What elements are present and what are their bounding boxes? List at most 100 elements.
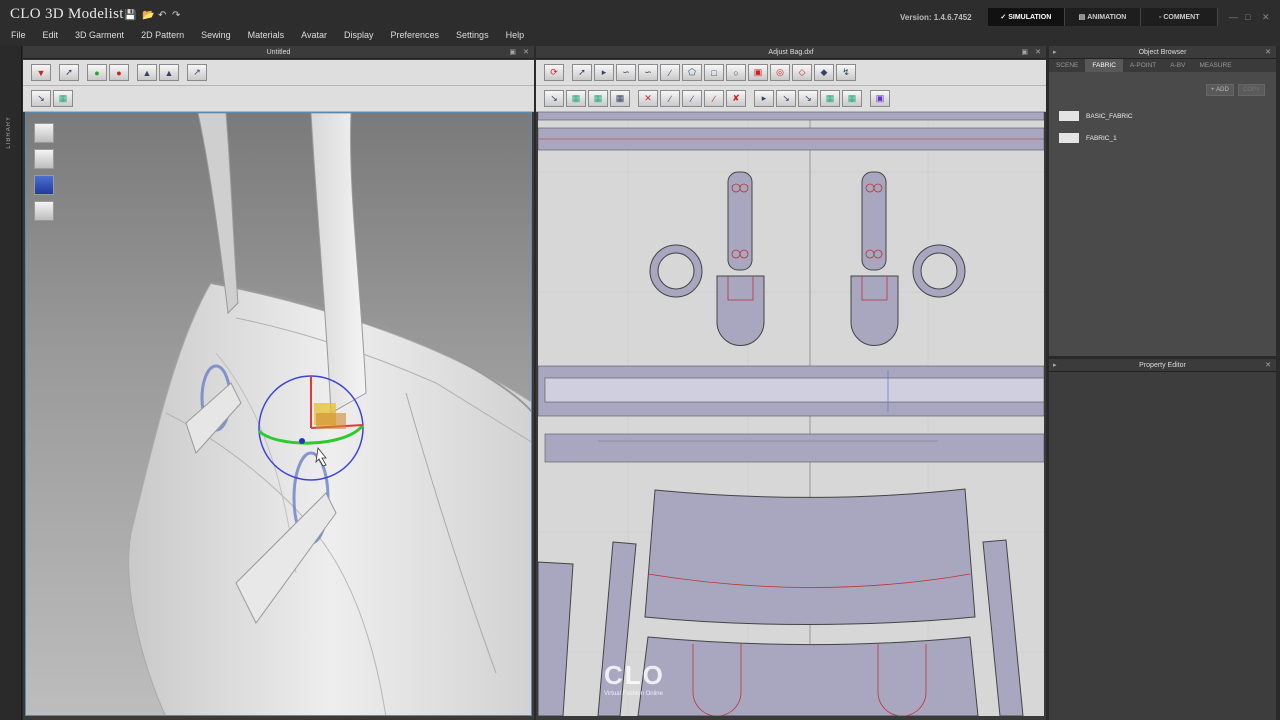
view2d-title: Adjust Bag.dxf [768, 49, 814, 56]
menu-edit[interactable]: Edit [38, 28, 64, 46]
view3d-float-icon[interactable]: ▣ [509, 46, 516, 59]
avatar-silhouette-icon[interactable] [34, 149, 54, 169]
menu-2d-pattern[interactable]: 2D Pattern [136, 28, 189, 46]
title-bar: CLO 3D Modelist 💾 📂 ↶ ↷ Version: 1.4.6.7… [0, 0, 1280, 28]
fold-icon[interactable]: ↯ [836, 64, 856, 81]
menu-display[interactable]: Display [339, 28, 379, 46]
circle-icon[interactable]: ○ [726, 64, 746, 81]
version-label: Version: 1.4.6.7452 [900, 13, 972, 22]
save-icon[interactable]: 💾 [124, 10, 136, 21]
menu-materials[interactable]: Materials [243, 28, 290, 46]
app-logo-mark: CLO [10, 6, 41, 22]
texture-move-icon[interactable]: ▦ [842, 90, 862, 107]
edit-arrow-icon[interactable]: ↘ [776, 90, 796, 107]
select-arrow-icon[interactable]: ▸ [754, 90, 774, 107]
object-browser-panel: ▸ Object Browser ✕ SCENE FABRIC A-POINT … [1049, 46, 1276, 356]
view3d-close-icon[interactable]: ✕ [523, 46, 529, 59]
unpin-icon[interactable]: ● [109, 64, 129, 81]
add-point-icon[interactable]: ∽ [638, 64, 658, 81]
texture-map-icon[interactable]: ▦ [820, 90, 840, 107]
tab-fabric[interactable]: FABRIC [1085, 59, 1123, 72]
select-move-icon[interactable]: ➚ [59, 64, 79, 81]
tab-a-point[interactable]: A-POINT [1123, 59, 1163, 72]
menu-settings[interactable]: Settings [451, 28, 494, 46]
seam-allow-icon[interactable]: ∕ [660, 90, 680, 107]
minimize-icon[interactable]: — [1229, 12, 1238, 22]
menu-preferences[interactable]: Preferences [386, 28, 445, 46]
line-tool-icon[interactable]: ∕ [660, 64, 680, 81]
object-browser-pin-icon[interactable]: ▸ [1053, 46, 1057, 59]
internal-circle-icon[interactable]: ◎ [770, 64, 790, 81]
undo-icon[interactable]: ↶ [158, 10, 166, 21]
close-icon[interactable]: ✕ [1262, 12, 1270, 23]
topstitch-icon[interactable]: ∕ [704, 90, 724, 107]
select-mesh-icon[interactable]: ↘ [31, 90, 51, 107]
pin-pattern-icon[interactable]: ✕ [638, 90, 658, 107]
view2d-close-icon[interactable]: ✕ [1035, 46, 1041, 59]
open-folder-icon[interactable]: 📂 [142, 10, 154, 21]
view3d-toolbar-bottom: ↘ ▦ [23, 86, 534, 112]
fold-line-icon[interactable]: ✘ [726, 90, 746, 107]
edit-curve-icon[interactable]: ∽ [616, 64, 636, 81]
internal-rect-icon[interactable]: ▣ [748, 64, 768, 81]
polygon-icon[interactable]: ⬠ [682, 64, 702, 81]
view2d-float-icon[interactable]: ▣ [1021, 46, 1028, 59]
mode-switcher: ✓ SIMULATION ▤ ANIMATION ▫ COMMENT [988, 8, 1219, 26]
avatar-face-icon[interactable] [34, 201, 54, 221]
property-editor-header: ▸ Property Editor ✕ [1049, 359, 1276, 372]
seam-select-icon[interactable]: ↘ [544, 90, 564, 107]
rectangle-icon[interactable]: □ [704, 64, 724, 81]
garment-display-icon[interactable] [34, 175, 54, 195]
property-editor-close-icon[interactable]: ✕ [1265, 359, 1271, 372]
fabric-name: BASIC_FABRIC [1086, 112, 1133, 120]
dart-icon[interactable]: ◇ [792, 64, 812, 81]
sew-segment-icon[interactable]: ▦ [566, 90, 586, 107]
menu-sewing[interactable]: Sewing [196, 28, 236, 46]
copy-fabric-button[interactable]: COPY [1238, 84, 1266, 96]
menu-help[interactable]: Help [501, 28, 530, 46]
simulation-mode-button[interactable]: ✓ SIMULATION [988, 8, 1065, 26]
menu-avatar[interactable]: Avatar [296, 28, 332, 46]
3d-viewport[interactable] [25, 112, 532, 716]
texture-edit-icon[interactable]: ↘ [798, 90, 818, 107]
view2d-header: Adjust Bag.dxf ▣ ✕ [536, 46, 1046, 59]
object-browser-title: Object Browser [1138, 49, 1187, 56]
tab-a-bv[interactable]: A-BV [1163, 59, 1192, 72]
garment-back-icon[interactable]: ▲ [159, 64, 179, 81]
pattern-info-icon[interactable]: ▣ [870, 90, 890, 107]
texture-icon[interactable]: ▦ [53, 90, 73, 107]
refresh-pattern-icon[interactable]: ⟳ [544, 64, 564, 81]
tab-scene[interactable]: SCENE [1049, 59, 1085, 72]
add-fabric-button[interactable]: + ADD [1206, 84, 1234, 96]
edit-point-icon[interactable]: ▸ [594, 64, 614, 81]
2d-pattern-viewport[interactable]: CLO Virtual Fashion Online [538, 112, 1044, 716]
fabric-swatch [1059, 133, 1079, 143]
library-label: LIBRARY [6, 116, 12, 149]
maximize-icon[interactable]: □ [1245, 12, 1250, 22]
animation-mode-button[interactable]: ▤ ANIMATION [1065, 8, 1142, 26]
comment-mode-label: COMMENT [1163, 13, 1200, 21]
pin-icon[interactable]: ● [87, 64, 107, 81]
list-item[interactable]: BASIC_FABRIC [1059, 110, 1133, 122]
garment-front-icon[interactable]: ▲ [137, 64, 157, 81]
watermark-brand: CLO [604, 660, 665, 690]
trace-icon[interactable]: ◆ [814, 64, 834, 81]
avatar-toggle-icon[interactable] [34, 123, 54, 143]
library-sidebar[interactable]: LIBRARY [0, 46, 22, 720]
object-browser-close-icon[interactable]: ✕ [1265, 46, 1271, 59]
property-editor-pin-icon[interactable]: ▸ [1053, 359, 1057, 372]
simulate-icon[interactable]: ▼ [31, 64, 51, 81]
add-fabric-label: ADD [1216, 87, 1229, 93]
sew-free-icon[interactable]: ▦ [588, 90, 608, 107]
menu-file[interactable]: File [6, 28, 31, 46]
transform-pattern-icon[interactable]: ➚ [572, 64, 592, 81]
simulation-mode-label: SIMULATION [1008, 13, 1052, 21]
sew-check-icon[interactable]: ▦ [610, 90, 630, 107]
list-item[interactable]: FABRIC_1 [1059, 132, 1117, 144]
comment-mode-button[interactable]: ▫ COMMENT [1141, 8, 1219, 26]
tab-measure[interactable]: MEASURE [1192, 59, 1238, 72]
notch-icon[interactable]: ∕ [682, 90, 702, 107]
menu-3d-garment[interactable]: 3D Garment [70, 28, 129, 46]
redo-icon[interactable]: ↷ [172, 10, 180, 21]
measure-icon[interactable]: ↗ [187, 64, 207, 81]
